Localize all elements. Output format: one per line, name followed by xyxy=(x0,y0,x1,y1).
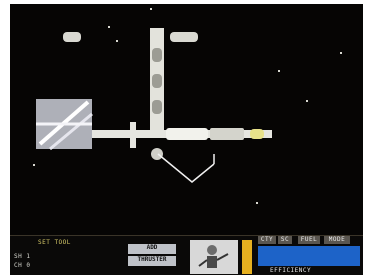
arm-module[interactable] xyxy=(210,128,244,140)
hud-bar: SET TOOL SH 1 CH 0 ADD THRUSTER CTY SC F… xyxy=(10,235,363,275)
tab-sc[interactable]: SC xyxy=(278,236,292,244)
arm-module[interactable] xyxy=(166,128,208,140)
docked-capsule[interactable] xyxy=(250,129,264,139)
top-module[interactable] xyxy=(170,32,198,42)
hub-node xyxy=(151,148,163,160)
space-viewport[interactable] xyxy=(10,4,363,235)
left-readout-2: CH 0 xyxy=(14,262,31,269)
add-button[interactable]: ADD xyxy=(128,244,176,254)
thruster-button[interactable]: THRUSTER xyxy=(128,256,176,266)
tab-city[interactable]: CTY xyxy=(258,236,276,244)
game-screen: SET TOOL SH 1 CH 0 ADD THRUSTER CTY SC F… xyxy=(0,0,371,275)
spine-segment xyxy=(152,74,162,88)
info-panel xyxy=(258,246,360,266)
tab-fuel[interactable]: FUEL xyxy=(298,236,320,244)
astronaut-icon xyxy=(198,245,229,268)
station-graphic xyxy=(36,28,272,183)
left-readout-1: SH 1 xyxy=(14,253,31,260)
warning-stripe-icon xyxy=(242,240,252,274)
floating-module[interactable] xyxy=(63,32,81,42)
spine-segment xyxy=(152,100,162,114)
efficiency-label: EFFICIENCY xyxy=(270,267,312,274)
spine-segment xyxy=(152,48,162,62)
selection-cursor xyxy=(157,153,215,183)
arm-joint xyxy=(130,122,136,148)
set-tool-label: SET TOOL xyxy=(38,239,71,246)
astronaut-panel[interactable] xyxy=(190,240,238,274)
tab-mode[interactable]: MODE xyxy=(324,236,350,244)
